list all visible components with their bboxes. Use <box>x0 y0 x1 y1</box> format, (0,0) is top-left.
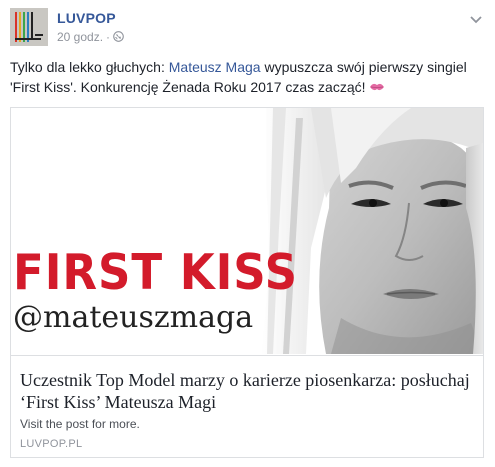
facebook-post: LUVPOP 20 godz. · Tylko dla lekko głuchyc… <box>0 0 495 467</box>
link-preview-image[interactable]: FIRST KISS @mateuszmaga <box>11 108 483 354</box>
image-title-first-kiss: FIRST KISS <box>13 244 299 301</box>
luvpop-logo <box>10 8 48 46</box>
kiss-mark-icon <box>369 78 385 91</box>
post-meta: 20 godz. · <box>57 30 124 44</box>
mention-link[interactable]: Mateusz Maga <box>169 59 261 75</box>
post-message: Tylko dla lekko głuchych: Mateusz Maga w… <box>10 57 480 97</box>
link-title[interactable]: Uczestnik Top Model marzy o karierze pio… <box>20 369 470 413</box>
page-avatar[interactable] <box>10 8 48 46</box>
post-text-part1: Tylko dla lekko głuchych: <box>10 59 169 75</box>
image-handle: @mateuszmaga <box>13 300 254 335</box>
globe-icon[interactable] <box>113 31 124 42</box>
link-domain: LUVPOP.PL <box>20 438 83 450</box>
link-preview-info[interactable]: Uczestnik Top Model marzy o karierze pio… <box>11 355 483 457</box>
link-preview-card[interactable]: FIRST KISS @mateuszmaga Uczestnik Top Mo… <box>10 107 484 458</box>
post-timestamp[interactable]: 20 godz. <box>57 30 103 44</box>
chevron-down-icon[interactable] <box>469 12 483 24</box>
meta-separator: · <box>106 30 111 44</box>
page-name-link[interactable]: LUVPOP <box>57 10 116 26</box>
link-description: Visit the post for more. <box>20 417 140 431</box>
